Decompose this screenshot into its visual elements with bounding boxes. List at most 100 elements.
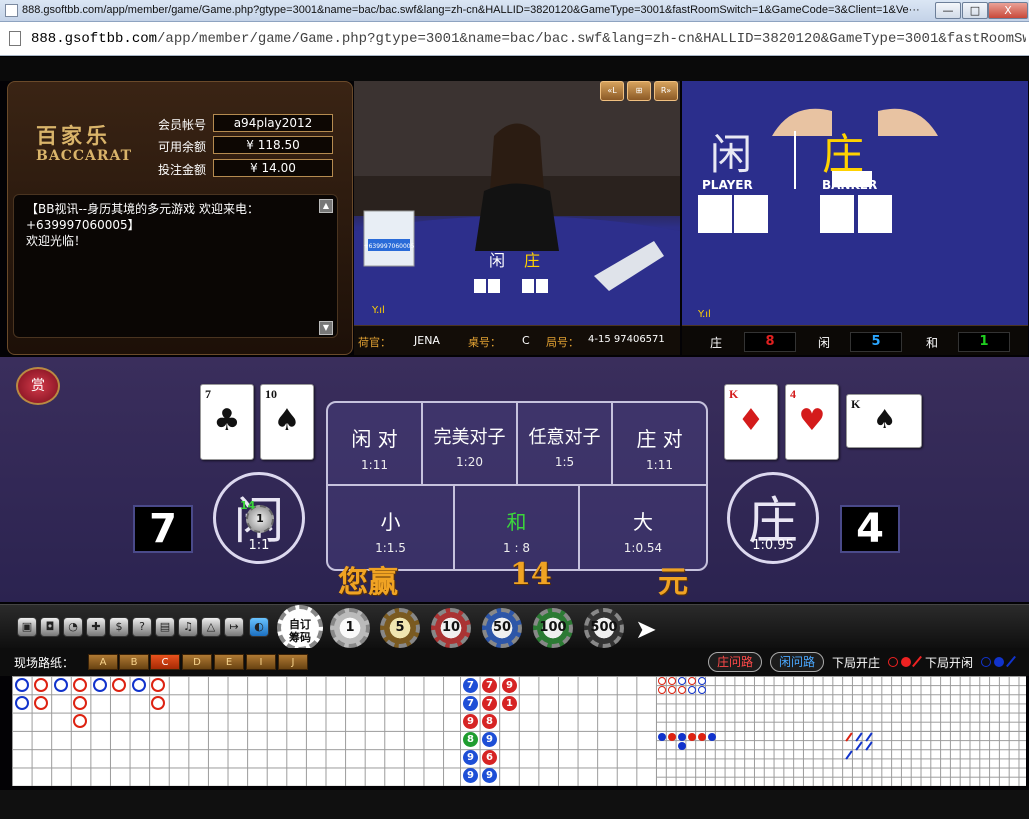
video-left-button[interactable]: «L (600, 81, 624, 101)
bead-player (54, 678, 68, 692)
maximize-button[interactable]: □ (962, 2, 988, 19)
scroll-down-icon[interactable]: ▼ (319, 321, 333, 335)
chip-1[interactable]: 1 (330, 608, 370, 648)
banker-card: 4 ♥ (785, 384, 839, 460)
bottom-strip (0, 790, 1029, 819)
small-road-dot (688, 733, 696, 741)
chip-100[interactable]: 100 (533, 608, 573, 648)
road-number: 7 (482, 678, 497, 693)
window-title: 888.gsoftbb.com/app/member/game/Game.php… (22, 4, 920, 16)
exit-icon[interactable]: ↦ (224, 617, 244, 637)
bet-odds: 1:20 (456, 455, 483, 469)
camera-icon[interactable]: ◘ (40, 617, 60, 637)
eye-ring (678, 677, 686, 685)
window-titlebar: 888.gsoftbb.com/app/member/game/Game.php… (0, 0, 1029, 22)
reward-button[interactable]: 赏 (16, 367, 60, 405)
music-icon[interactable]: ♫ (178, 617, 198, 637)
cards-video: 闲 PLAYER 庄 BANKER Y.ıl (682, 81, 1028, 325)
chip-500[interactable]: 500 (584, 608, 624, 648)
dealer-video: +639997060005 闲 庄 Y.ıl (354, 81, 680, 325)
road-tab-a[interactable]: A (88, 654, 118, 670)
bet-odds: 1:11 (361, 458, 388, 472)
road-tab-b[interactable]: B (119, 654, 149, 670)
bead-banker (151, 696, 165, 710)
card-rank: 7 (205, 387, 211, 401)
bet-amount-label: 投注金额 (158, 163, 207, 177)
dollar-icon[interactable]: $ (109, 617, 129, 637)
dealer-info-bar: 荷官： JENA 桌号： C 局号： 4-15 97406571 (354, 325, 680, 355)
next-banker-label: 下局开庄 (832, 656, 881, 670)
eye-ring (658, 686, 666, 694)
chip-50[interactable]: 50 (482, 608, 522, 648)
bead-banker (34, 696, 48, 710)
perfect-pair-bet[interactable]: 完美对子 1:20 (423, 403, 518, 486)
minimize-button[interactable]: — (935, 2, 961, 19)
message-box[interactable]: 【BB视讯--身历其境的多元游戏 欢迎来电： +639997060005】 欢迎… (13, 194, 338, 338)
table-banker-cn: 庄 (524, 251, 540, 270)
bet-odds: 1:11 (646, 458, 673, 472)
eye-ring (688, 677, 696, 685)
player-pair-bet[interactable]: 闲 对 1:11 (328, 403, 423, 486)
reward-label: 赏 (31, 378, 45, 394)
video-fullscreen-button[interactable]: ⊞ (627, 81, 651, 101)
signal-icon: Y.ıl (371, 305, 385, 316)
next-banker-dot-icon (901, 657, 911, 667)
eye-ring (678, 686, 686, 694)
eye-ring (668, 686, 676, 694)
bet-name: 完美对子 (433, 427, 506, 448)
road-number: 9 (482, 732, 497, 747)
banker-bet-area[interactable]: 庄 1:0.95 (727, 472, 819, 564)
card-suit: ♠ (873, 405, 897, 435)
road-tab-d[interactable]: D (182, 654, 212, 670)
next-player-ring-icon (981, 657, 991, 667)
banker-pair-bet[interactable]: 庄 对 1:11 (613, 403, 706, 486)
road-tab-c[interactable]: C (150, 654, 180, 670)
bead-player (93, 678, 107, 692)
chip-5[interactable]: 5 (380, 608, 420, 648)
banker-count-label: 庄 (710, 336, 723, 350)
round-label: 局号： (546, 336, 579, 349)
warning-icon[interactable]: △ (201, 617, 221, 637)
url-text[interactable]: 888.gsoftbb.com/app/member/game/Game.php… (31, 31, 1026, 47)
bet-name: 庄 对 (636, 427, 683, 451)
screen-icon[interactable]: ▣ (17, 617, 37, 637)
road-tab-e[interactable]: E (214, 654, 244, 670)
help-icon[interactable]: ? (132, 617, 152, 637)
player-zone-en: PLAYER (702, 178, 753, 192)
small-road-dot (698, 733, 706, 741)
next-banker-ring-icon (888, 657, 898, 667)
ask-player-button[interactable]: 闲问路 (770, 652, 824, 672)
road-tab-i[interactable]: I (246, 654, 276, 670)
next-player-slash-icon (1006, 655, 1016, 668)
dealer-body (475, 183, 559, 251)
message-scrollbar[interactable]: ▲ ▼ (319, 199, 333, 335)
address-bar[interactable]: 888.gsoftbb.com/app/member/game/Game.php… (0, 22, 1029, 56)
either-pair-bet[interactable]: 任意对子 1:5 (518, 403, 613, 486)
next-chips-arrow-icon[interactable]: ➤ (635, 615, 657, 645)
betting-table: 赏 7 ♣ 10 ♠ K ♦ 4 ♥ K ♠ 闲 1:1 1 14 7 (0, 357, 1029, 602)
bead-player (15, 696, 29, 710)
video-card (698, 195, 732, 233)
scroll-up-icon[interactable]: ▲ (319, 199, 333, 213)
roadmap-label: 现场路纸： (14, 656, 75, 670)
player-bet-odds: 1:1 (248, 538, 270, 553)
balance-label: 可用余额 (158, 140, 207, 154)
sound-icon[interactable]: ◐ (249, 617, 269, 637)
card-rank: 4 (790, 387, 796, 401)
gift-icon[interactable]: ✚ (86, 617, 106, 637)
close-button[interactable]: X (988, 2, 1028, 19)
tie-count-label: 和 (926, 336, 939, 350)
dealer-label: 荷官： (358, 336, 391, 349)
road-tab-j[interactable]: J (278, 654, 308, 670)
player-card: 10 ♠ (260, 384, 314, 460)
rss-icon[interactable]: ◔ (63, 617, 83, 637)
bet-odds: 1:5 (554, 455, 575, 469)
bet-odds: 1:1.5 (375, 541, 406, 555)
banker-card-sideways: K ♠ (846, 394, 922, 448)
ask-banker-button[interactable]: 庄问路 (708, 652, 762, 672)
chip-10[interactable]: 10 (431, 608, 471, 648)
video-right-button[interactable]: R» (654, 81, 678, 101)
custom-chip-button[interactable]: 自订 筹码 (277, 605, 323, 651)
history-icon[interactable]: ▤ (155, 617, 175, 637)
video-card (820, 195, 854, 233)
